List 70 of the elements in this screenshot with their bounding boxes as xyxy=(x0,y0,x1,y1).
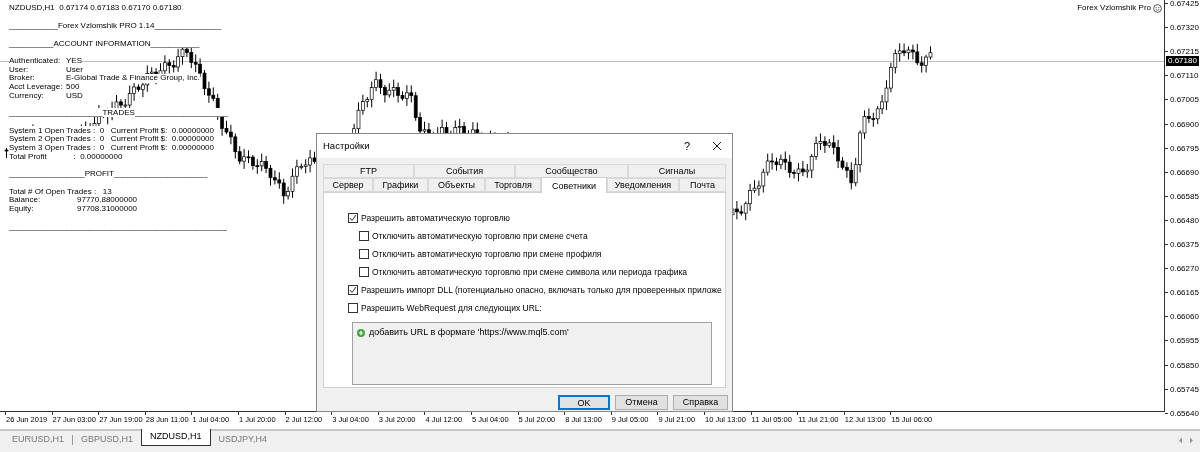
section-heading: __________ACCOUNT INFORMATION___________ xyxy=(9,38,200,48)
smiley-icon xyxy=(1153,3,1162,13)
price-label: 0.66165 xyxy=(1170,288,1199,298)
field-value: USD xyxy=(66,91,83,101)
current-price-label: 0.67180 xyxy=(1166,56,1199,66)
price-label: 0.66375 xyxy=(1170,240,1199,249)
price-label: 0.65850 xyxy=(1170,360,1199,370)
settings-tab[interactable]: Сигналы xyxy=(628,164,726,178)
panel-title: ___________Forex Vzlomshik PRO 1.14_______________ xyxy=(9,21,222,30)
option-label[interactable]: Разрешить автоматическую торговлю xyxy=(361,211,510,225)
checkbox[interactable] xyxy=(348,303,358,313)
url-hint[interactable]: добавить URL в формате 'https://www.mql5.com' xyxy=(369,326,569,340)
price-label: 0.67215 xyxy=(1170,47,1199,57)
price-label: 0.66480 xyxy=(1170,215,1199,225)
chart-tab[interactable]: GBPUSD,H1 xyxy=(73,431,142,448)
price-label: 0.66795 xyxy=(1170,143,1199,153)
dialog-title: Настройки xyxy=(323,138,370,153)
price-label: 0.65745 xyxy=(1170,384,1199,394)
close-icon[interactable] xyxy=(712,141,722,151)
dialog-button[interactable]: OK xyxy=(558,395,610,410)
option-label[interactable]: Разрешить импорт DLL (потенциально опасно, включать только для проверенных приложе xyxy=(361,283,722,297)
price-label: 0.65640 xyxy=(1170,408,1199,418)
checkbox[interactable] xyxy=(359,267,369,277)
indicator-name: Forex Vzlomshik Pro xyxy=(1077,3,1151,13)
settings-tab[interactable]: Почта xyxy=(679,178,726,192)
section-heading: _________________PROFIT_____________________ xyxy=(9,169,208,179)
checkbox[interactable] xyxy=(348,285,358,295)
settings-tab[interactable]: Уведомления xyxy=(607,178,679,192)
price-label: 0.66270 xyxy=(1170,264,1199,274)
settings-tab[interactable]: Объекты xyxy=(428,178,485,192)
settings-tab[interactable]: Графики xyxy=(373,178,428,192)
option-label[interactable]: Отключить автоматическую торговлю при смене профиля xyxy=(372,247,602,261)
dialog-button[interactable]: Отмена xyxy=(615,395,668,410)
settings-tab[interactable]: События xyxy=(414,164,515,178)
settings-tab[interactable]: Сообщество xyxy=(515,164,628,178)
field-value: 97708.31000000 xyxy=(77,204,138,214)
price-label: 0.67110 xyxy=(1170,71,1199,81)
section-heading: _____________________TRADES_____________________ xyxy=(9,108,229,118)
chart-tab[interactable]: NZDUSD,H1 xyxy=(141,429,211,446)
checkbox[interactable] xyxy=(359,231,369,241)
settings-tab[interactable]: Торговля xyxy=(485,178,541,192)
add-icon[interactable] xyxy=(357,328,365,337)
field-value: 500 xyxy=(66,82,80,92)
chart-tab[interactable]: USDJPY,H4 xyxy=(210,431,275,448)
settings-tab[interactable]: Сервер xyxy=(323,178,373,192)
field-value: YES xyxy=(66,57,82,66)
price-label: 0.67425 xyxy=(1170,0,1199,8)
chart-tab[interactable]: EURUSD,H1 xyxy=(4,431,72,448)
price-label: 0.66690 xyxy=(1170,167,1199,177)
field-label: Authenticated: xyxy=(9,57,66,66)
settings-tab[interactable]: Советники xyxy=(541,177,607,193)
symbol-quote-text: NZDUSD,H1 0.67174 0.67183 0.67170 0.67180 xyxy=(9,3,182,13)
price-label: 0.67005 xyxy=(1170,95,1199,105)
price-label: 0.67320 xyxy=(1170,23,1199,33)
dialog-button[interactable]: Справка xyxy=(673,395,728,410)
option-label[interactable]: Разрешить WebRequest для следующих URL: xyxy=(361,301,542,315)
price-label: 0.66060 xyxy=(1170,312,1199,322)
help-button[interactable]: ? xyxy=(672,134,702,158)
price-label: 0.66900 xyxy=(1170,119,1199,129)
field-value: User xyxy=(66,65,83,75)
checkbox[interactable] xyxy=(348,213,358,223)
option-label[interactable]: Отключить автоматическую торговлю при смене счета xyxy=(372,229,588,243)
price-label: 0.66585 xyxy=(1170,191,1199,201)
field-value: E-Global Trade & Finance Group, Inc. xyxy=(66,74,200,83)
checkbox[interactable] xyxy=(359,249,369,259)
option-label[interactable]: Отключить автоматическую торговлю при смене символа или периода графика xyxy=(372,265,688,279)
settings-tab[interactable]: FTP xyxy=(323,164,414,178)
url-list[interactable]: добавить URL в формате 'https://www.mql5.com' xyxy=(352,322,712,385)
price-label: 0.65955 xyxy=(1170,336,1199,346)
field-value: 97770.88000000 xyxy=(77,196,138,205)
